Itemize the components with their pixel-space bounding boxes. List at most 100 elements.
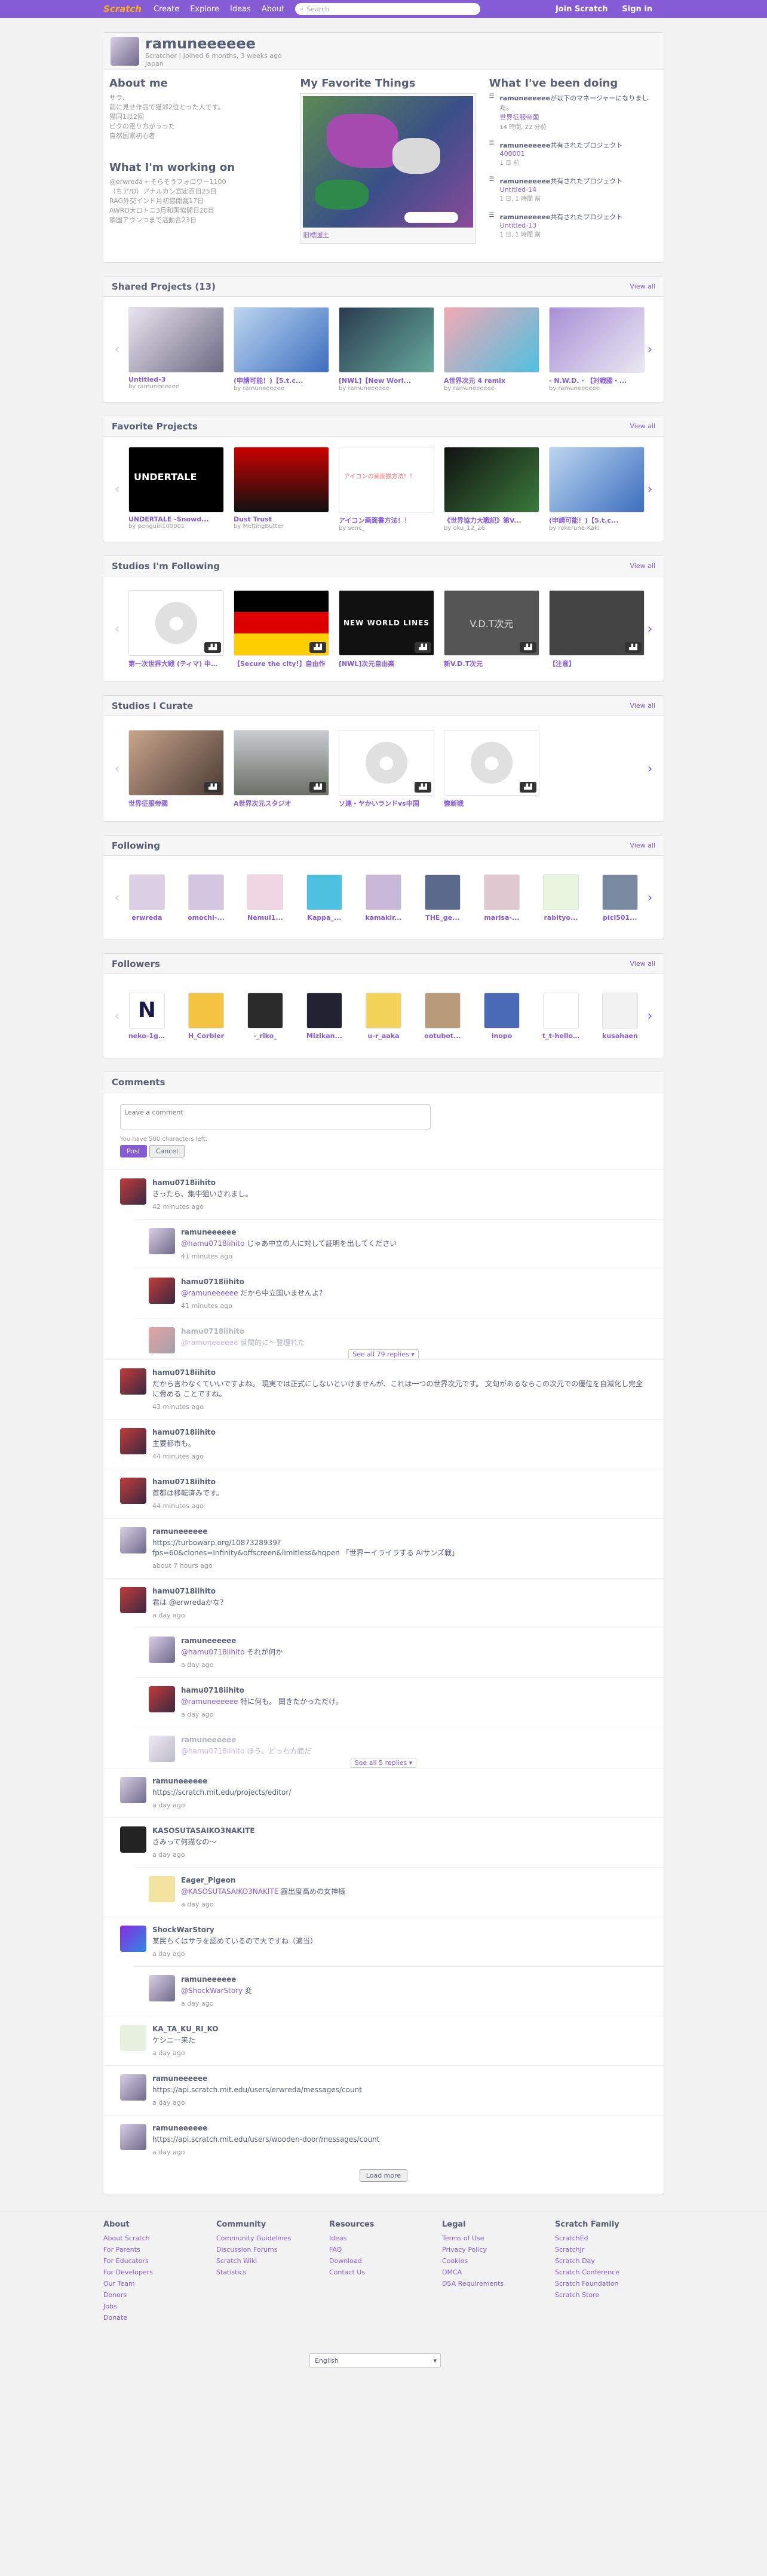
carousel-right-arrow[interactable]: › — [645, 342, 655, 357]
comment-avatar[interactable] — [120, 1478, 146, 1504]
user-avatar[interactable] — [484, 874, 520, 910]
comment-username[interactable]: KASOSUTASAIKO3NAKITE — [152, 1826, 647, 1835]
user-name[interactable]: picl501... — [602, 914, 639, 922]
project-title[interactable]: アイコン画面書方法！！ — [339, 515, 434, 525]
activity-link[interactable]: 400001 — [500, 150, 525, 158]
user-card[interactable]: u-r_aaka — [365, 992, 402, 1040]
comment-username[interactable]: hamu0718iihito — [152, 1587, 647, 1595]
studio-title[interactable]: 【注意】 — [549, 659, 645, 668]
studios-following-view-all[interactable]: View all — [630, 562, 655, 570]
carousel-left-arrow[interactable]: ‹ — [112, 891, 122, 905]
nav-ideas[interactable]: Ideas — [230, 5, 251, 14]
footer-link[interactable]: Download — [329, 2255, 442, 2267]
user-name[interactable]: -_riko_ — [247, 1032, 284, 1040]
comment-textarea[interactable] — [120, 1104, 431, 1129]
carousel-right-arrow[interactable]: › — [645, 1009, 655, 1024]
studio-thumbnail[interactable]: ● ▟▟ — [128, 589, 224, 656]
project-card[interactable]: Untitled-3 by ramuneeeeee — [128, 307, 224, 392]
user-card[interactable]: THE_ge... — [424, 874, 461, 922]
project-thumbnail[interactable] — [128, 307, 224, 373]
comment-username[interactable]: ramuneeeeee — [181, 1736, 647, 1744]
comment-avatar[interactable] — [120, 1178, 146, 1205]
project-card[interactable]: - N.W.D. - 【対戦國・... by ramuneeeeee — [549, 307, 645, 392]
user-avatar[interactable] — [188, 874, 224, 910]
studio-title[interactable]: 【Secure the city!】自由作 — [234, 659, 329, 668]
user-avatar[interactable] — [602, 992, 638, 1028]
footer-link[interactable]: Contact Us — [329, 2267, 442, 2278]
project-author[interactable]: by ramuneeeeee — [339, 385, 434, 392]
footer-link[interactable]: For Educators — [103, 2255, 216, 2267]
footer-link[interactable]: For Developers — [103, 2267, 216, 2278]
user-card[interactable]: Nemui1... — [247, 874, 284, 922]
footer-link[interactable]: DMCA — [442, 2267, 555, 2278]
sign-in-link[interactable]: Sign in — [615, 5, 659, 14]
footer-link[interactable]: Jobs — [103, 2301, 216, 2312]
carousel-left-arrow[interactable]: ‹ — [112, 482, 122, 497]
project-author[interactable]: by ramuneeeeee — [444, 385, 539, 392]
project-thumbnail[interactable]: アイコンの画面説方法！！ — [339, 447, 434, 512]
user-avatar[interactable] — [129, 874, 165, 910]
comment-username[interactable]: hamu0718iihito — [181, 1686, 647, 1694]
studio-thumbnail[interactable]: ▟▟ — [234, 729, 329, 796]
comment-avatar[interactable] — [149, 1228, 175, 1254]
comment-username[interactable]: hamu0718iihito — [181, 1278, 647, 1286]
studio-title[interactable]: 懐新戦 — [444, 799, 539, 808]
comment-username[interactable]: KA_TA_KU_RI_KO — [152, 2025, 647, 2033]
comment-avatar[interactable] — [120, 1926, 146, 1952]
carousel-right-arrow[interactable]: › — [645, 762, 655, 776]
see-all-replies-link[interactable]: See all 5 replies ▾ — [350, 1758, 417, 1768]
user-name[interactable]: H_Corbler — [188, 1032, 225, 1040]
studio-card[interactable]: ▟▟ 【注意】 — [549, 589, 645, 668]
shared-view-all[interactable]: View all — [630, 283, 655, 290]
footer-link[interactable]: Statistics — [216, 2267, 329, 2278]
user-name[interactable]: erwreda — [128, 914, 165, 922]
user-avatar[interactable] — [366, 874, 401, 910]
footer-link[interactable]: ScratchJr — [555, 2244, 668, 2255]
carousel-left-arrow[interactable]: ‹ — [112, 622, 122, 637]
search-input[interactable]: ⌕ Search — [295, 3, 481, 15]
carousel-right-arrow[interactable]: › — [645, 482, 655, 497]
activity-user[interactable]: ramuneeeeee — [499, 94, 550, 102]
user-name[interactable]: u-r_aaka — [365, 1032, 402, 1040]
following-view-all[interactable]: View all — [630, 842, 655, 849]
footer-link[interactable]: Ideas — [329, 2233, 442, 2244]
activity-user[interactable]: ramuneeeeee — [500, 177, 551, 185]
project-thumbnail[interactable] — [234, 447, 329, 512]
project-author[interactable]: by ramuneeeeee — [128, 383, 224, 390]
studio-title[interactable]: A世界次元スタジオ — [234, 799, 329, 808]
comment-username[interactable]: ramuneeeeee — [152, 1777, 647, 1785]
user-avatar[interactable] — [484, 992, 520, 1028]
user-card[interactable]: Nneko-1g... — [128, 992, 165, 1040]
carousel-right-arrow[interactable]: › — [645, 622, 655, 637]
user-card[interactable]: H_Corbler — [188, 992, 225, 1040]
project-card[interactable]: [NWL]【New Worl... by ramuneeeeee — [339, 307, 434, 392]
comment-username[interactable]: ramuneeeeee — [181, 1975, 647, 1984]
comment-avatar[interactable] — [120, 1428, 146, 1454]
user-card[interactable]: omochi-... — [188, 874, 225, 922]
comment-username[interactable]: hamu0718iihito — [152, 1478, 647, 1486]
user-name[interactable]: t_t-hello... — [542, 1032, 579, 1040]
comment-avatar[interactable] — [149, 1637, 175, 1663]
user-card[interactable]: kamakir... — [365, 874, 402, 922]
comment-mention[interactable]: @ramuneeeeee — [181, 1697, 238, 1706]
user-avatar[interactable] — [425, 874, 461, 910]
followers-view-all[interactable]: View all — [630, 960, 655, 968]
user-name[interactable]: ootubot... — [424, 1032, 461, 1040]
footer-link[interactable]: Privacy Policy — [442, 2244, 555, 2255]
user-card[interactable]: picl501... — [602, 874, 639, 922]
comment-username[interactable]: ramuneeeeee — [152, 2124, 647, 2132]
nav-explore[interactable]: Explore — [190, 5, 219, 14]
user-avatar[interactable] — [247, 874, 283, 910]
project-thumbnail[interactable] — [549, 447, 645, 512]
footer-link[interactable]: Donate — [103, 2312, 216, 2323]
studio-thumbnail[interactable]: ▟▟ NEW WORLD LINES — [339, 589, 434, 656]
comment-avatar[interactable] — [120, 2124, 146, 2150]
project-author[interactable]: by oku_12_26 — [444, 525, 539, 532]
join-scratch-link[interactable]: Join Scratch — [548, 5, 615, 14]
post-button[interactable]: Post — [120, 1145, 148, 1157]
footer-link[interactable]: FAQ — [329, 2244, 442, 2255]
project-title[interactable]: A世界次元 4 remix — [444, 376, 539, 385]
comment-avatar[interactable] — [149, 1278, 175, 1304]
user-avatar[interactable] — [425, 992, 461, 1028]
carousel-left-arrow[interactable]: ‹ — [112, 762, 122, 776]
